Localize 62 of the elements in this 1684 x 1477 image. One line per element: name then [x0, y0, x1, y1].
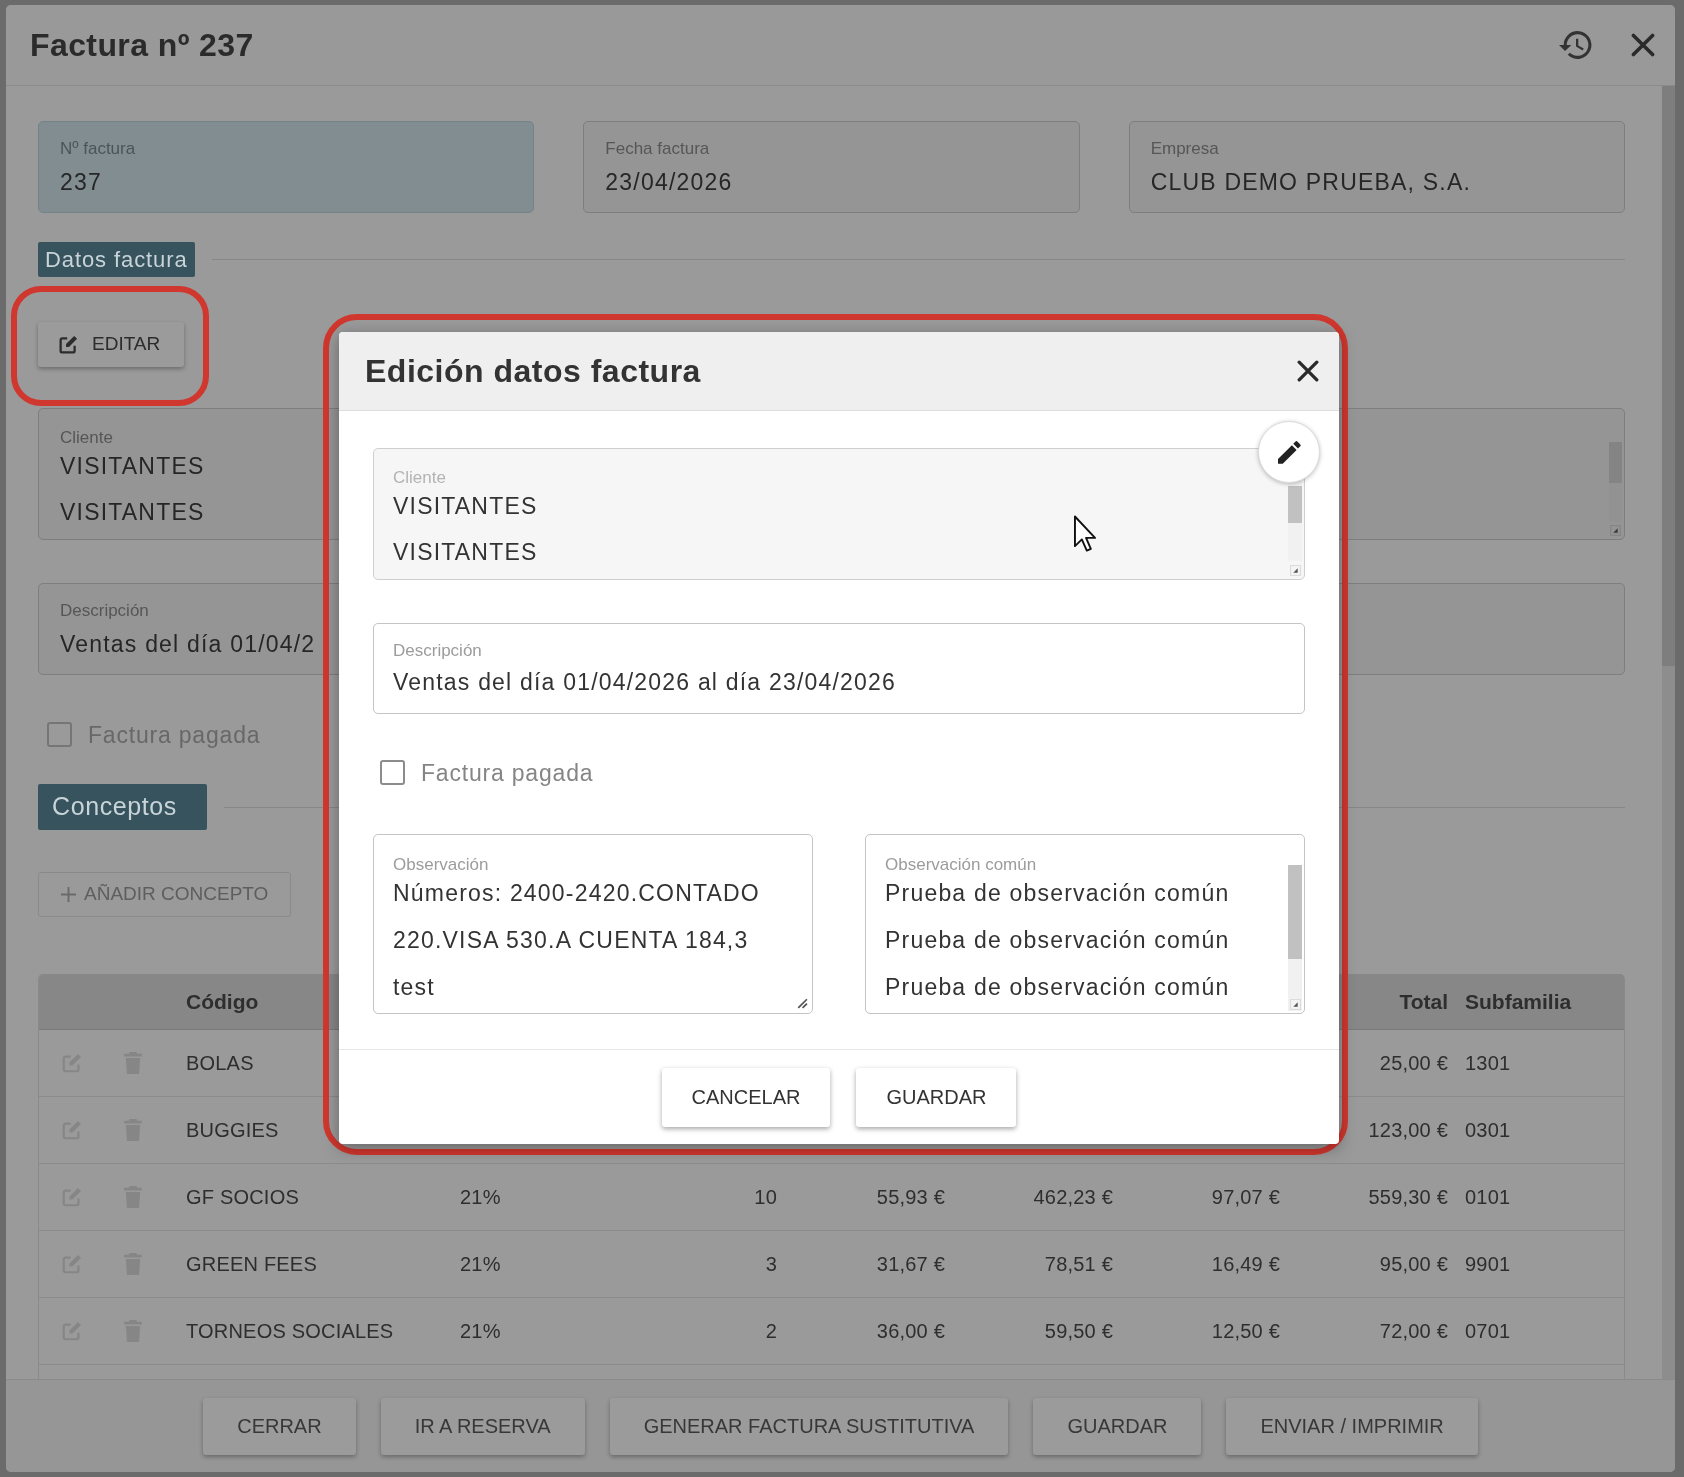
field-label: Observación: [393, 854, 489, 876]
field-value: test: [393, 973, 435, 1002]
table-cell-text: 78,51 €: [1044, 1252, 1113, 1277]
checkbox-label: Factura pagada: [421, 758, 594, 787]
table-cell-text: GF SOCIOS: [186, 1185, 299, 1210]
field-label: Descripción: [393, 640, 482, 662]
field-value: Prueba de observación común: [885, 973, 1230, 1002]
table-cell-text: 95,00 €: [1379, 1252, 1448, 1277]
table-cell-text: 0101: [1465, 1185, 1511, 1210]
table-cell-text: 3: [765, 1252, 777, 1277]
table-cell-text: 559,30 €: [1368, 1185, 1448, 1210]
field-value: Ventas del día 01/04/2: [60, 630, 316, 658]
dialog-title: Factura nº 237: [30, 26, 254, 65]
table-cell-text: 21%: [460, 1319, 501, 1344]
field-value: Números: 2400-2420.CONTADO: [393, 879, 760, 908]
table-cell-text: 16,49 €: [1211, 1252, 1280, 1277]
field-value: Prueba de observación común: [885, 879, 1230, 908]
field-value: VISITANTES: [60, 498, 205, 527]
table-cell-text: GREEN FEES: [186, 1252, 317, 1277]
table-cell-text: 97,07 €: [1211, 1185, 1280, 1210]
field-value: VISITANTES: [393, 538, 538, 567]
table-cell-text: 36,00 €: [876, 1319, 945, 1344]
field-label: Cliente: [393, 467, 446, 489]
table-cell-text: BUGGIES: [186, 1118, 279, 1143]
table-cell-text: 72,00 €: [1379, 1319, 1448, 1344]
table-cell-text: 462,23 €: [1033, 1185, 1113, 1210]
dialog-title: Edición datos factura: [365, 352, 701, 391]
field-label: Descripción: [60, 600, 149, 622]
table-cell-text: BOLAS: [186, 1051, 254, 1076]
field-label: Observación común: [885, 854, 1037, 876]
field-value: VISITANTES: [393, 492, 538, 521]
table-cell-text: 0701: [1465, 1319, 1511, 1344]
field-value: Prueba de observación común: [885, 926, 1230, 955]
field-value: 23/04/2026: [605, 168, 733, 196]
section-title: Conceptos: [38, 784, 207, 830]
table-cell-text: 9901: [1465, 1252, 1511, 1277]
field-value: Ventas del día 01/04/2026 al día 23/04/2026: [393, 668, 897, 696]
table-cell-text: 12,50 €: [1211, 1319, 1280, 1344]
column-header: Subfamilia: [1465, 988, 1572, 1015]
column-header: Total: [1399, 988, 1448, 1015]
table-cell-text: 1301: [1465, 1051, 1511, 1076]
field-value: CLUB DEMO PRUEBA, S.A.: [1150, 168, 1471, 196]
table-cell-text: 10: [754, 1185, 777, 1210]
table-cell-text: 123,00 €: [1368, 1118, 1448, 1143]
table-cell-text: 21%: [460, 1252, 501, 1277]
section-title: Datos factura: [38, 242, 195, 277]
field-label: Nº factura: [60, 138, 136, 160]
table-cell-text: 31,67 €: [876, 1252, 945, 1277]
table-cell-text: 0301: [1465, 1118, 1511, 1143]
table-cell-text: 25,00 €: [1379, 1051, 1448, 1076]
field-value: VISITANTES: [60, 452, 205, 481]
field-value: 237: [60, 168, 102, 196]
table-cell-text: 2: [765, 1319, 777, 1344]
field-label: Cliente: [60, 427, 113, 449]
field-value: 220.VISA 530.A CUENTA 184,3: [393, 926, 749, 955]
field-label: Empresa: [1150, 138, 1219, 160]
column-header: Código: [186, 988, 259, 1015]
table-cell-text: TORNEOS SOCIALES: [186, 1319, 394, 1344]
table-cell-text: 59,50 €: [1044, 1319, 1113, 1344]
table-cell-text: 21%: [460, 1185, 501, 1210]
table-cell-text: 55,93 €: [876, 1185, 945, 1210]
field-label: Fecha factura: [605, 138, 710, 160]
